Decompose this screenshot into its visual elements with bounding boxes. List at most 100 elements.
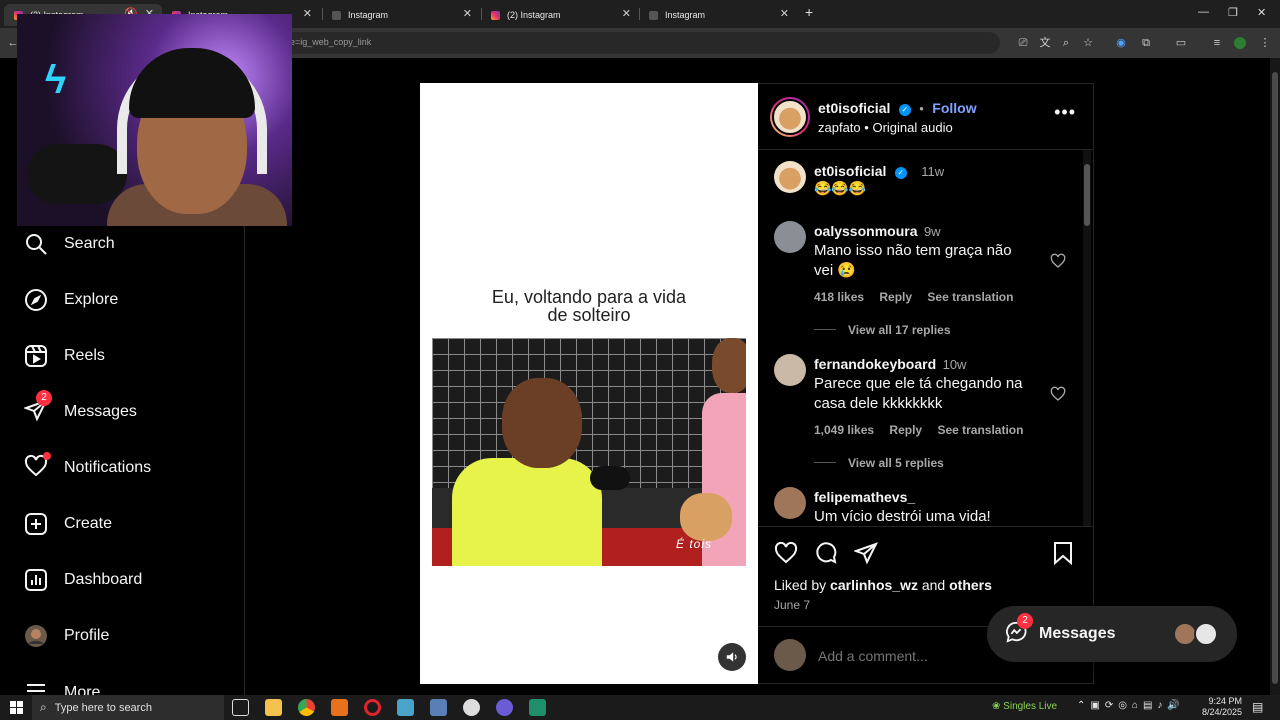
- system-tray-icons[interactable]: ⌃▣⟳◎⌂▤♪🔊: [1077, 700, 1185, 711]
- reporter-face: [712, 338, 746, 393]
- app-icon[interactable]: [496, 699, 513, 716]
- new-tab-button[interactable]: +: [805, 4, 813, 20]
- nav-item-more[interactable]: More: [24, 679, 100, 695]
- share-icon[interactable]: [854, 541, 878, 565]
- view-replies-button[interactable]: View all 17 replies: [814, 323, 951, 337]
- chrome-icon[interactable]: [298, 699, 315, 716]
- file-explorer-icon[interactable]: [265, 699, 282, 716]
- comment-avatar[interactable]: [774, 354, 806, 386]
- messages-pill-label: Messages: [1039, 625, 1116, 642]
- see-translation-button[interactable]: See translation: [927, 290, 1013, 304]
- comment-username[interactable]: fernandokeyboard: [814, 356, 936, 372]
- instagram-icon: [649, 10, 658, 20]
- comment-likes[interactable]: 1,049 likes: [814, 423, 874, 437]
- app-icon[interactable]: [529, 699, 546, 716]
- zoom-icon[interactable]: ⌕: [1059, 36, 1073, 50]
- close-window-icon[interactable]: ✕: [1257, 6, 1266, 19]
- tray-app-button[interactable]: ❀ Singles Live: [992, 701, 1057, 712]
- comments-scrollbar-thumb[interactable]: [1084, 164, 1090, 226]
- taskbar-search-box[interactable]: ⌕ Type here to search: [32, 695, 224, 720]
- like-comment-heart-icon[interactable]: [1050, 253, 1066, 269]
- reel-video-frame[interactable]: É tois: [432, 338, 746, 566]
- nav-item-explore[interactable]: Explore: [24, 287, 118, 313]
- address-bar[interactable]: e=ig_web_copy_link: [280, 32, 1000, 54]
- save-bookmark-icon[interactable]: [1052, 541, 1074, 565]
- neon-bolt-icon: ϟ: [45, 58, 67, 102]
- nav-item-search[interactable]: Search: [24, 231, 115, 257]
- reply-button[interactable]: Reply: [889, 423, 922, 437]
- app-icon[interactable]: [397, 699, 414, 716]
- view-replies-button[interactable]: View all 5 replies: [814, 456, 944, 470]
- audio-row[interactable]: zapfato • Original audio: [818, 120, 953, 135]
- restore-icon[interactable]: ❐: [1228, 6, 1238, 19]
- nav-label: Create: [64, 515, 113, 532]
- instagram-icon: [491, 10, 500, 20]
- reel-video-panel[interactable]: Eu, voltando para a vida de solteiro É t…: [420, 83, 758, 684]
- extensions-icon[interactable]: ⧉: [1139, 36, 1153, 50]
- liked-by-user[interactable]: carlinhos_wz: [830, 577, 918, 593]
- page-scrollbar-thumb[interactable]: [1272, 72, 1278, 684]
- nav-item-reels[interactable]: Reels: [24, 343, 105, 369]
- app-icon[interactable]: [331, 699, 348, 716]
- action-center-icon[interactable]: ▤: [1252, 700, 1263, 714]
- more-options-icon[interactable]: •••: [1054, 102, 1076, 123]
- profile-avatar-icon[interactable]: [1234, 37, 1246, 49]
- start-pane: [10, 701, 16, 707]
- nav-label: Dashboard: [64, 571, 143, 588]
- like-comment-heart-icon[interactable]: [1050, 386, 1066, 402]
- sidebar-icon[interactable]: ▭: [1174, 36, 1188, 50]
- mute-button[interactable]: [718, 643, 746, 671]
- nav-label: Explore: [64, 291, 119, 308]
- app-icon[interactable]: [430, 699, 447, 716]
- browser-tab[interactable]: (2) Instagram ✕: [481, 4, 639, 26]
- caption-username[interactable]: et0isoficial: [814, 163, 886, 179]
- clock[interactable]: 9:24 PM 8/24/2025: [1200, 696, 1242, 718]
- browser-tab[interactable]: Instagram ✕: [639, 4, 797, 26]
- comment-avatar[interactable]: [774, 221, 806, 253]
- close-tab-icon[interactable]: ✕: [303, 7, 312, 20]
- reel-caption: Eu, voltando para a vida de solteiro: [420, 288, 758, 324]
- nav-item-messages[interactable]: 2 Messages: [23, 389, 137, 425]
- comment-avatar[interactable]: [774, 487, 806, 519]
- nav-label: More: [64, 684, 101, 695]
- windows-start-icon[interactable]: [10, 701, 23, 714]
- caption-avatar[interactable]: [774, 161, 806, 193]
- browser-menu-icon[interactable]: ⋮: [1258, 36, 1272, 50]
- close-tab-icon[interactable]: ✕: [622, 7, 631, 20]
- author-username[interactable]: et0isoficial: [818, 100, 890, 116]
- messages-pill-icon-wrap: 2: [1005, 612, 1033, 648]
- translate-icon[interactable]: 文: [1038, 36, 1052, 50]
- bookmark-star-icon[interactable]: ☆: [1081, 36, 1095, 50]
- comment-bubble-icon[interactable]: [814, 541, 838, 565]
- app-icon[interactable]: [463, 699, 480, 716]
- nav-item-create[interactable]: Create: [24, 511, 112, 537]
- media-controls-icon[interactable]: ≡: [1210, 36, 1224, 50]
- comments-scrollbar[interactable]: [1083, 150, 1091, 526]
- author-avatar[interactable]: [770, 97, 810, 137]
- extension-audio-icon[interactable]: ◉: [1114, 36, 1128, 50]
- reply-button[interactable]: Reply: [879, 290, 912, 304]
- search-icon: ⌕: [40, 700, 47, 714]
- opera-icon[interactable]: [364, 699, 381, 716]
- close-tab-icon[interactable]: ✕: [463, 7, 472, 20]
- close-tab-icon[interactable]: ✕: [780, 7, 789, 20]
- man-yellow-shirt: [452, 458, 602, 566]
- comment-username[interactable]: felipemathevs_: [814, 489, 915, 505]
- browser-tab[interactable]: Instagram ✕: [322, 4, 480, 26]
- see-translation-button[interactable]: See translation: [937, 423, 1023, 437]
- task-view-icon[interactable]: [232, 699, 249, 716]
- liked-by-and: and: [921, 577, 946, 593]
- comment-username[interactable]: oalyssonmoura: [814, 223, 917, 239]
- nav-item-dashboard[interactable]: Dashboard: [24, 567, 142, 593]
- like-heart-icon[interactable]: [774, 541, 798, 565]
- notifications-icon-wrap: [24, 451, 64, 483]
- nav-item-profile[interactable]: Profile: [24, 623, 109, 649]
- cast-icon[interactable]: ⎚: [1016, 36, 1030, 50]
- minimize-icon[interactable]: —: [1198, 6, 1209, 18]
- comment-likes[interactable]: 418 likes: [814, 290, 864, 304]
- liked-by-others[interactable]: others: [949, 577, 992, 593]
- page-scrollbar[interactable]: [1270, 58, 1280, 696]
- follow-button[interactable]: Follow: [932, 100, 976, 116]
- nav-item-notifications[interactable]: Notifications: [24, 451, 151, 483]
- messages-floating-button[interactable]: 2 Messages: [987, 606, 1237, 662]
